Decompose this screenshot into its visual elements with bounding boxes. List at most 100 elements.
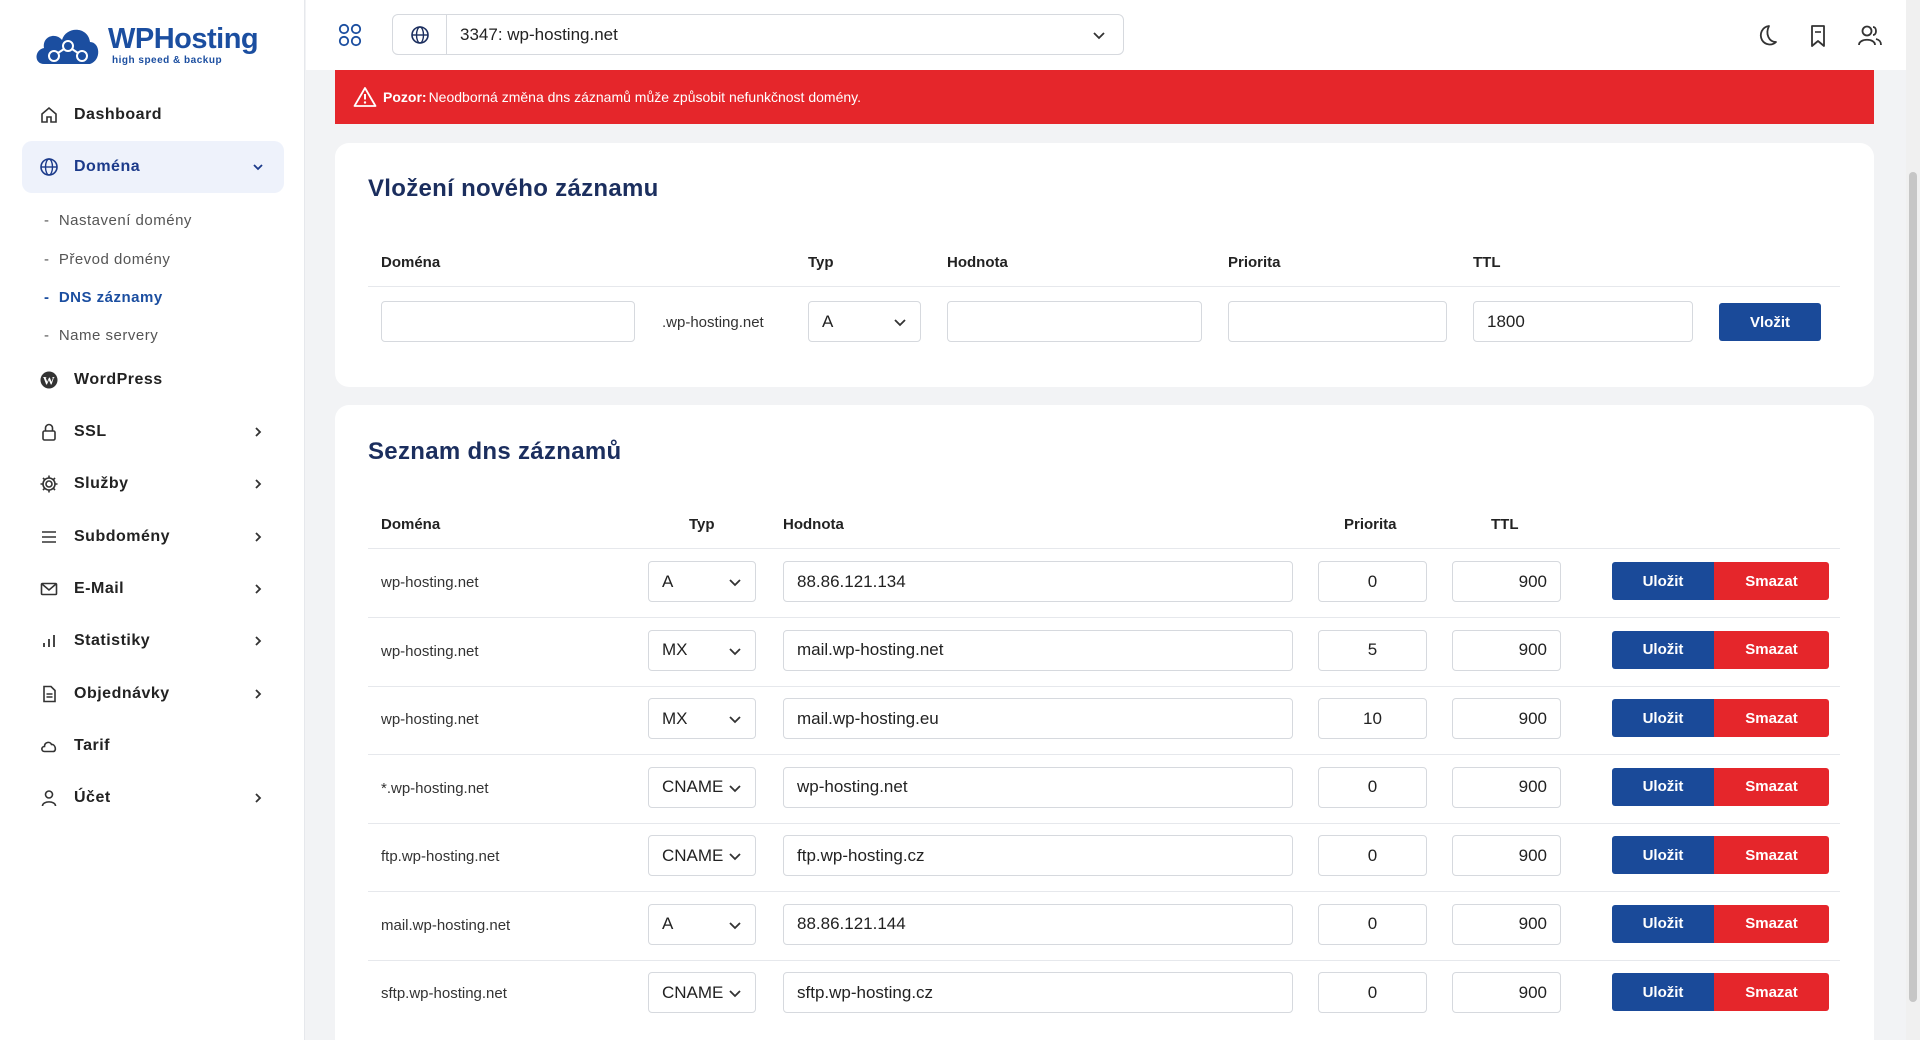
row-ttl-input[interactable]: 900 <box>1452 903 1561 945</box>
row-domain: mail.wp-hosting.net <box>381 916 511 934</box>
sidebar-item-statistiky[interactable]: Statistiky <box>22 615 284 667</box>
scrollbar-thumb[interactable] <box>1909 172 1917 1002</box>
new-ttl-input[interactable]: 1800 <box>1473 301 1693 342</box>
new-priority-input[interactable] <box>1228 301 1447 342</box>
sidebar-item-ucet[interactable]: Účet <box>22 772 284 824</box>
delete-button[interactable]: Smazat <box>1714 562 1829 600</box>
alert-bold: Pozor: <box>383 89 427 105</box>
divider <box>368 548 1840 549</box>
row-priority-input[interactable]: 0 <box>1318 561 1427 602</box>
row-ttl: 900 <box>1518 571 1547 591</box>
chevron-down-icon <box>729 921 741 929</box>
row-type-select[interactable]: MX <box>648 629 756 671</box>
new-domain-input[interactable] <box>381 301 635 342</box>
sidebar-item-domena[interactable]: Doména <box>22 141 284 193</box>
row-priority: 0 <box>1367 914 1378 933</box>
document-icon <box>38 683 60 705</box>
row-value-input[interactable]: 88.86.121.144 <box>783 903 1293 945</box>
delete-button[interactable]: Smazat <box>1714 630 1829 669</box>
row-priority-input[interactable]: 0 <box>1318 766 1427 808</box>
row-priority-input[interactable]: 0 <box>1318 903 1427 945</box>
sidebar-item-dashboard[interactable]: Dashboard <box>22 89 284 141</box>
row-value-input[interactable]: 88.86.121.134 <box>783 561 1293 602</box>
sidebar-item-subdomeny[interactable]: Subdomény <box>22 511 284 563</box>
sidebar-item-objednavky[interactable]: Objednávky <box>22 668 284 720</box>
row-type-value: CNAME <box>662 777 724 796</box>
save-button[interactable]: Uložit <box>1612 904 1714 943</box>
row-value-input[interactable]: mail.wp-hosting.eu <box>783 698 1293 739</box>
sidebar-subitem-name-servery[interactable]: - Name servery <box>44 327 158 344</box>
row-value-input[interactable]: wp-hosting.net <box>783 766 1293 808</box>
row-type-select[interactable]: CNAME <box>648 972 756 1013</box>
save-button[interactable]: Uložit <box>1612 630 1714 669</box>
insert-button[interactable]: Vložit <box>1719 303 1821 341</box>
dark-mode-icon[interactable] <box>1752 22 1780 50</box>
row-ttl-input[interactable]: 900 <box>1452 561 1561 602</box>
row-domain: *.wp-hosting.net <box>381 779 489 797</box>
new-record-title: Vložení nového záznamu <box>368 175 659 202</box>
row-value-input[interactable]: sftp.wp-hosting.cz <box>783 972 1293 1013</box>
row-ttl-input[interactable]: 900 <box>1452 972 1561 1013</box>
users-icon[interactable] <box>1856 22 1884 50</box>
row-type-select[interactable]: CNAME <box>648 835 756 876</box>
sidebar-subitem-dns-zaznamy[interactable]: - DNS záznamy <box>44 289 163 306</box>
globe-icon <box>38 156 60 178</box>
bookmark-icon[interactable] <box>1804 22 1832 50</box>
brand-subtitle: high speed & backup <box>112 54 223 66</box>
new-ttl-value: 1800 <box>1487 311 1525 331</box>
row-ttl-input[interactable]: 900 <box>1452 698 1561 739</box>
scrollbar[interactable] <box>1906 0 1920 1040</box>
row-priority-input[interactable]: 10 <box>1318 698 1427 739</box>
domain-select[interactable]: 3347: wp-hosting.net <box>392 14 1124 55</box>
sidebar-subitem-label: Name servery <box>58 327 159 344</box>
sidebar-item-ssl[interactable]: SSL <box>22 406 284 458</box>
row-type-select[interactable]: MX <box>648 698 756 739</box>
row-priority-input[interactable]: 5 <box>1318 629 1427 671</box>
save-button[interactable]: Uložit <box>1612 562 1714 600</box>
sidebar-item-email[interactable]: E-Mail <box>22 563 284 615</box>
new-value-input[interactable] <box>947 301 1202 342</box>
row-ttl-input[interactable]: 900 <box>1452 629 1561 671</box>
save-button[interactable]: Uložit <box>1612 836 1714 874</box>
delete-button[interactable]: Smazat <box>1714 836 1829 874</box>
row-value-input[interactable]: ftp.wp-hosting.cz <box>783 835 1293 876</box>
sidebar-item-wordpress[interactable]: W WordPress <box>22 354 284 406</box>
delete-button[interactable]: Smazat <box>1714 699 1829 737</box>
logo[interactable]: WPHosting high speed & backup <box>32 20 259 70</box>
cloud-icon <box>38 735 60 757</box>
home-icon <box>38 104 60 126</box>
chevron-right-icon <box>255 793 262 803</box>
sidebar-subitem-prevod-domeny[interactable]: - Převod domény <box>44 251 170 268</box>
row-ttl-input[interactable]: 900 <box>1452 766 1561 808</box>
bar-chart-icon <box>38 630 60 652</box>
sidebar-subitem-label: Nastavení domény <box>58 212 192 229</box>
sidebar-subitem-nastaveni-domeny[interactable]: - Nastavení domény <box>44 212 192 229</box>
save-button[interactable]: Uložit <box>1612 699 1714 737</box>
delete-button[interactable]: Smazat <box>1714 973 1829 1011</box>
row-priority-input[interactable]: 0 <box>1318 972 1427 1013</box>
delete-button[interactable]: Smazat <box>1714 767 1829 806</box>
row-domain: wp-hosting.net <box>381 642 479 660</box>
delete-button[interactable]: Smazat <box>1714 904 1829 943</box>
sidebar-item-sluzby[interactable]: Služby <box>22 458 284 510</box>
row-value-input[interactable]: mail.wp-hosting.net <box>783 629 1293 671</box>
sidebar-item-tarif[interactable]: Tarif <box>22 720 284 772</box>
row-ttl-input[interactable]: 900 <box>1452 835 1561 876</box>
row-type-select[interactable]: A <box>648 561 756 602</box>
new-type-select[interactable]: A <box>808 301 921 342</box>
new-record-card: Vložení nového záznamu Doména Typ Hodnot… <box>335 143 1874 387</box>
sidebar: WPHosting high speed & backup Dashboard … <box>0 0 305 1040</box>
apps-grid-icon[interactable] <box>336 21 364 49</box>
warning-alert: Pozor: Neodborná změna dns záznamů může … <box>335 70 1874 124</box>
sidebar-item-label: SSL <box>74 423 107 440</box>
save-button[interactable]: Uložit <box>1612 767 1714 806</box>
row-type-select[interactable]: CNAME <box>648 766 756 808</box>
chevron-right-icon <box>255 689 262 699</box>
row-type-select[interactable]: A <box>648 903 756 945</box>
save-button[interactable]: Uložit <box>1612 973 1714 1011</box>
row-domain: sftp.wp-hosting.net <box>381 985 507 1002</box>
row-priority-input[interactable]: 0 <box>1318 835 1427 876</box>
new-type-value: A <box>822 311 834 331</box>
row-value: 88.86.121.134 <box>797 571 906 591</box>
sidebar-item-label: Dashboard <box>74 106 163 123</box>
